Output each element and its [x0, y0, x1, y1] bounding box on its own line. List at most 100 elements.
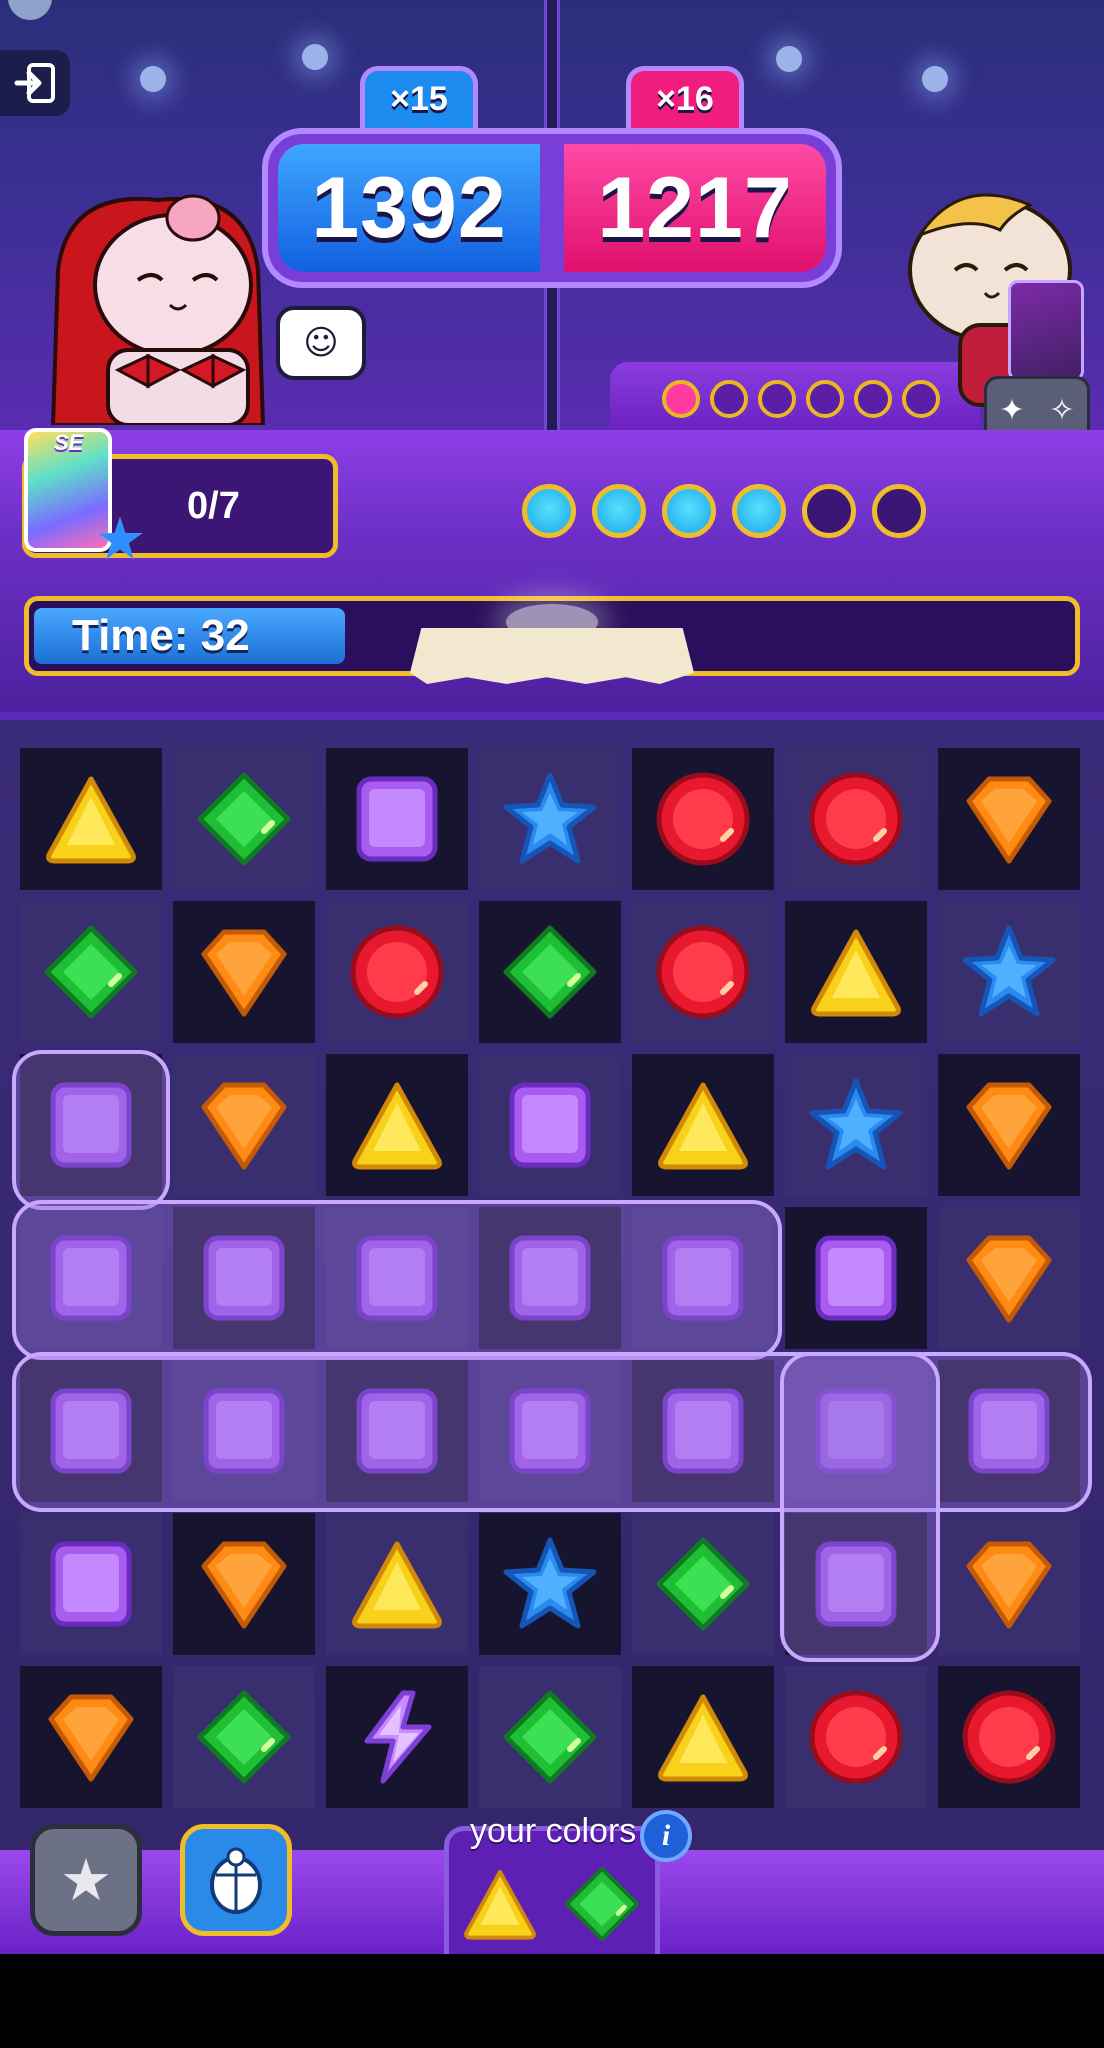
- board-cell[interactable]: [479, 901, 621, 1043]
- player-bunny-avatar: [50, 194, 266, 425]
- board-cell[interactable]: [326, 1513, 468, 1655]
- board-cell[interactable]: [632, 1054, 774, 1196]
- yellow-triangle-gem-icon[interactable]: [347, 1534, 447, 1634]
- yellow-triangle-gem-icon[interactable]: [41, 769, 141, 869]
- green-diamond-gem-icon[interactable]: [653, 1534, 753, 1634]
- board-cell[interactable]: [479, 748, 621, 890]
- board-cell[interactable]: [20, 748, 162, 890]
- blue-star-gem-icon[interactable]: [500, 1534, 600, 1634]
- board-cell[interactable]: [479, 1513, 621, 1655]
- yellow-triangle-gem-icon[interactable]: [347, 1075, 447, 1175]
- player-score-panel: 1392: [278, 144, 540, 272]
- purple-square-gem-icon[interactable]: [41, 1534, 141, 1634]
- orange-gem-gem-icon[interactable]: [194, 1534, 294, 1634]
- board-cell[interactable]: [20, 1513, 162, 1655]
- board-cell[interactable]: [326, 1666, 468, 1808]
- board-cell[interactable]: [632, 901, 774, 1043]
- orange-gem-gem-icon[interactable]: [959, 1534, 1059, 1634]
- info-button[interactable]: i: [640, 1810, 692, 1862]
- board-cell[interactable]: [785, 901, 927, 1043]
- jelly-overlay: [780, 1352, 940, 1662]
- yellow-triangle-gem-icon[interactable]: [653, 1075, 753, 1175]
- red-circle-gem-icon[interactable]: [653, 769, 753, 869]
- board-cell[interactable]: [938, 748, 1080, 890]
- timer-plate: [410, 628, 694, 684]
- player-round-dot: [872, 484, 926, 538]
- opponent-round-dot: [902, 380, 940, 418]
- your-color-gem: [446, 1856, 552, 1962]
- info-icon: i: [661, 1819, 671, 1852]
- orange-gem-gem-icon[interactable]: [959, 1228, 1059, 1328]
- jelly-overlay: [12, 1200, 782, 1360]
- board-cell[interactable]: [326, 1054, 468, 1196]
- player-round-dot: [662, 484, 716, 538]
- green-diamond-gem-icon[interactable]: [500, 1687, 600, 1787]
- spotlight-icon: [302, 44, 328, 70]
- board-cell[interactable]: [20, 1666, 162, 1808]
- exit-button[interactable]: [0, 50, 70, 116]
- red-circle-gem-icon[interactable]: [806, 1687, 906, 1787]
- yellow-triangle-gem-icon[interactable]: [653, 1687, 753, 1787]
- board-cell[interactable]: [938, 1513, 1080, 1655]
- purple-lightning-gem-icon[interactable]: [347, 1687, 447, 1787]
- player-round-dot: [802, 484, 856, 538]
- board-cell[interactable]: [173, 1666, 315, 1808]
- your-color-gem: [548, 1856, 654, 1962]
- opponent-score-panel: 1217: [564, 144, 826, 272]
- board-cell[interactable]: [173, 748, 315, 890]
- board-cell[interactable]: [173, 1513, 315, 1655]
- board-cell[interactable]: [938, 1054, 1080, 1196]
- opponent-score: 1217: [597, 159, 793, 256]
- red-circle-gem-icon[interactable]: [806, 769, 906, 869]
- board-cell[interactable]: [632, 1513, 774, 1655]
- board-cell[interactable]: [632, 748, 774, 890]
- board-cell[interactable]: [326, 901, 468, 1043]
- spotlight-icon: [776, 46, 802, 72]
- red-circle-gem-icon[interactable]: [653, 922, 753, 1022]
- player-multiplier-badge: ×15: [360, 66, 478, 128]
- green-diamond-gem-icon[interactable]: [41, 922, 141, 1022]
- board-cell[interactable]: [326, 748, 468, 890]
- player-multiplier: ×15: [390, 80, 448, 118]
- board-cell[interactable]: [20, 901, 162, 1043]
- purple-square-gem-icon[interactable]: [500, 1075, 600, 1175]
- board-cell[interactable]: [938, 901, 1080, 1043]
- orange-gem-gem-icon[interactable]: [194, 922, 294, 1022]
- beetle-booster-button[interactable]: [180, 1824, 292, 1936]
- emote-speech-bubble[interactable]: ☺: [276, 306, 366, 380]
- orange-gem-gem-icon[interactable]: [194, 1075, 294, 1175]
- board-cell[interactable]: [479, 1666, 621, 1808]
- blue-star-gem-icon[interactable]: [806, 1075, 906, 1175]
- board-rim: [0, 712, 1104, 720]
- red-circle-gem-icon[interactable]: [347, 922, 447, 1022]
- player-score: 1392: [311, 159, 507, 256]
- player-round-dot: [592, 484, 646, 538]
- green-diamond-gem-icon[interactable]: [194, 769, 294, 869]
- star-booster-button[interactable]: ★: [30, 1824, 142, 1936]
- green-diamond-gem-icon[interactable]: [500, 922, 600, 1022]
- board-cell[interactable]: [785, 1054, 927, 1196]
- blue-star-gem-icon[interactable]: [959, 922, 1059, 1022]
- blue-star-gem-icon[interactable]: [500, 769, 600, 869]
- board-cell[interactable]: [479, 1054, 621, 1196]
- orange-gem-gem-icon[interactable]: [41, 1687, 141, 1787]
- board-cell[interactable]: [785, 1207, 927, 1349]
- green-diamond-gem-icon[interactable]: [194, 1687, 294, 1787]
- purple-square-gem-icon[interactable]: [347, 769, 447, 869]
- board-cell[interactable]: [938, 1207, 1080, 1349]
- board-cell[interactable]: [173, 901, 315, 1043]
- spotlight-icon: [922, 66, 948, 92]
- opponent-multiplier-badge: ×16: [626, 66, 744, 128]
- purple-square-gem-icon[interactable]: [806, 1228, 906, 1328]
- board-cell[interactable]: [938, 1666, 1080, 1808]
- board-cell[interactable]: [632, 1666, 774, 1808]
- orange-gem-gem-icon[interactable]: [959, 1075, 1059, 1175]
- orange-gem-gem-icon[interactable]: [959, 769, 1059, 869]
- board-cell[interactable]: [785, 748, 927, 890]
- board-cell[interactable]: [785, 1666, 927, 1808]
- red-circle-gem-icon[interactable]: [959, 1687, 1059, 1787]
- yellow-triangle-gem-icon[interactable]: [806, 922, 906, 1022]
- letterbox-bottom: [0, 1954, 1104, 2048]
- board-cell[interactable]: [173, 1054, 315, 1196]
- progress-count: 0/7: [187, 485, 240, 527]
